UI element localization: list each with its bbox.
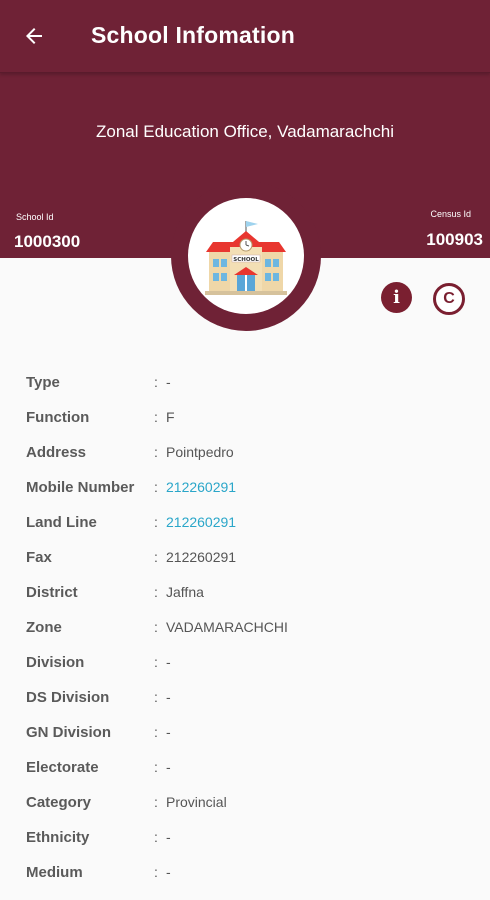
- detail-label: DS Division: [26, 689, 110, 706]
- detail-colon: :: [154, 409, 158, 425]
- detail-row-address: Address : Pointpedro: [0, 435, 490, 470]
- copyright-button[interactable]: C: [433, 283, 465, 315]
- detail-label: Function: [26, 409, 90, 426]
- detail-value: -: [166, 654, 171, 670]
- back-button[interactable]: [18, 20, 50, 52]
- census-id-value: 100903: [426, 230, 483, 249]
- detail-colon: :: [154, 864, 158, 880]
- detail-label: District: [26, 584, 78, 601]
- detail-label: Division: [26, 654, 85, 671]
- detail-colon: :: [154, 444, 158, 460]
- detail-colon: :: [154, 654, 158, 670]
- detail-value: Provincial: [166, 794, 227, 810]
- detail-row-medium: Medium : -: [0, 855, 490, 890]
- detail-label: Address: [26, 444, 87, 461]
- detail-value: -: [166, 829, 171, 845]
- detail-colon: :: [154, 794, 158, 810]
- detail-colon: :: [154, 689, 158, 705]
- detail-row-electorate: Electorate : -: [0, 750, 490, 785]
- detail-value: 212260291: [166, 549, 237, 565]
- detail-value: -: [166, 864, 171, 880]
- land-line-link[interactable]: 212260291: [166, 514, 236, 530]
- detail-label: GN Division: [26, 724, 112, 741]
- detail-label: Mobile Number: [26, 479, 135, 496]
- detail-colon: :: [154, 549, 158, 565]
- app-bar: School Infomation: [0, 0, 490, 73]
- detail-value: -: [166, 689, 171, 705]
- detail-row-ds-division: DS Division : -: [0, 680, 490, 715]
- school-logo: SCHOOL: [171, 181, 321, 331]
- school-id-value: 1000300: [14, 232, 81, 251]
- detail-colon: :: [154, 829, 158, 845]
- detail-colon: :: [154, 479, 158, 495]
- detail-colon: :: [154, 584, 158, 600]
- detail-colon: :: [154, 759, 158, 775]
- detail-row-division: Division : -: [0, 645, 490, 680]
- census-id-label: Census Id: [430, 209, 471, 219]
- info-icon: i: [393, 286, 400, 308]
- detail-label: Category: [26, 794, 92, 811]
- mobile-number-link[interactable]: 212260291: [166, 479, 236, 495]
- detail-colon: :: [154, 374, 158, 390]
- detail-row-mobile-number: Mobile Number : 212260291: [0, 470, 490, 505]
- zonal-office-title: Zonal Education Office, Vadamarachchi: [96, 122, 394, 141]
- svg-text:SCHOOL: SCHOOL: [233, 257, 259, 263]
- detail-value: -: [166, 759, 171, 775]
- detail-row-function: Function : F: [0, 400, 490, 435]
- detail-row-zone: Zone : VADAMARACHCHI: [0, 610, 490, 645]
- detail-label: Electorate: [26, 759, 99, 776]
- detail-label: Ethnicity: [26, 829, 90, 846]
- detail-colon: :: [154, 619, 158, 635]
- arrow-left-icon: [26, 28, 42, 44]
- copyright-icon: C: [443, 290, 455, 307]
- detail-row-type: Type : -: [0, 365, 490, 400]
- detail-label: Fax: [26, 549, 52, 566]
- detail-value: VADAMARACHCHI: [166, 619, 288, 635]
- detail-row-fax: Fax : 212260291: [0, 540, 490, 575]
- detail-value: Jaffna: [166, 584, 204, 600]
- detail-label: Land Line: [26, 514, 97, 531]
- detail-value: Pointpedro: [166, 444, 234, 460]
- detail-row-ethnicity: Ethnicity : -: [0, 820, 490, 855]
- detail-row-district: District : Jaffna: [0, 575, 490, 610]
- detail-value: -: [166, 724, 171, 740]
- detail-value: -: [166, 374, 171, 390]
- school-building-icon: SCHOOL: [205, 221, 287, 295]
- detail-row-land-line: Land Line : 212260291: [0, 505, 490, 540]
- detail-row-category: Category : Provincial: [0, 785, 490, 820]
- detail-colon: :: [154, 724, 158, 740]
- page-title: School Infomation: [91, 22, 295, 48]
- detail-label: Type: [26, 374, 60, 391]
- detail-label: Zone: [26, 619, 62, 636]
- info-button[interactable]: i: [381, 282, 412, 313]
- school-logo-inner: SCHOOL: [188, 198, 304, 314]
- detail-row-gn-division: GN Division : -: [0, 715, 490, 750]
- school-id-label: School Id: [16, 212, 54, 222]
- detail-colon: :: [154, 514, 158, 530]
- detail-label: Medium: [26, 864, 83, 881]
- detail-value: F: [166, 409, 175, 425]
